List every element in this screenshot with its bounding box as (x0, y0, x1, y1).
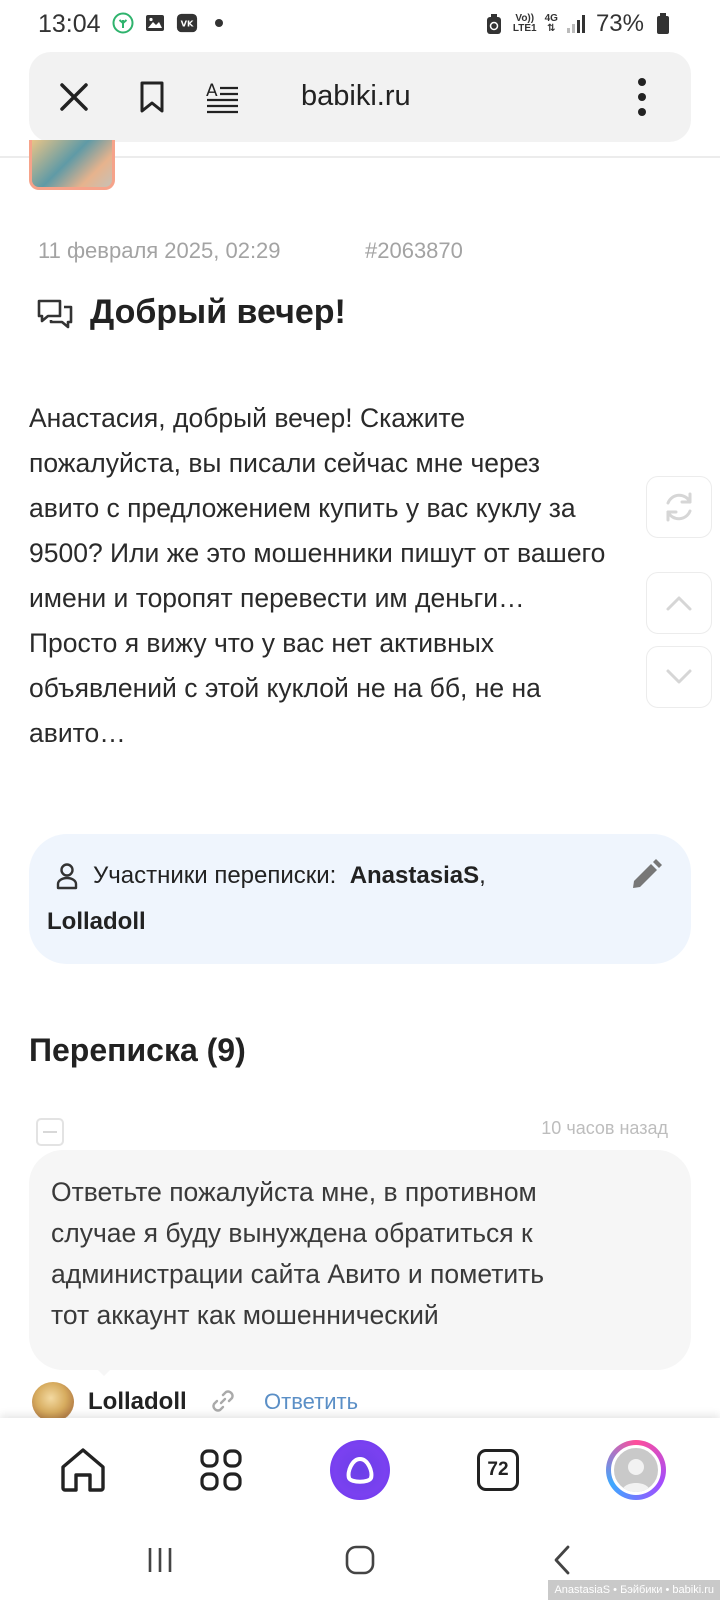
collapse-thread-button[interactable] (36, 1118, 64, 1146)
back-icon[interactable] (542, 1542, 582, 1578)
post-title: Добрый вечер! (90, 293, 346, 331)
message-time: 10 часов назад (541, 1118, 668, 1138)
refresh-icon (666, 492, 692, 522)
post-date: 11 февраля 2025, 02:29 (38, 238, 281, 263)
messages-icon: 72 (477, 1449, 519, 1491)
body-line: Просто я вижу что у вас нет активных (29, 628, 495, 658)
body-line: объявлений с этой куклой не на бб, не на (29, 673, 541, 703)
dot-icon (208, 12, 230, 34)
body-line: Анастасия, добрый вечер! Скажите (29, 403, 466, 433)
body-line: пожалуйста, вы писали сейчас мне через (29, 448, 541, 478)
user-icon (55, 862, 79, 890)
body-line: имени и торопят перевести им деньги… (29, 583, 525, 613)
svg-text:VK: VK (181, 19, 194, 29)
post-id[interactable]: #2063870 (365, 238, 463, 264)
link-icon[interactable] (210, 1388, 236, 1414)
message-line: тот аккаунт как мошеннический (51, 1300, 439, 1330)
grid-icon[interactable] (189, 1438, 253, 1502)
message-author[interactable]: Lolladoll (88, 1388, 187, 1416)
bookmark-icon[interactable] (129, 74, 175, 120)
watermark: AnastasiaS • Бэйбики • babiki.ru (548, 1580, 720, 1600)
signal-icon (566, 13, 588, 35)
volte-bottom: LTE1 (512, 23, 537, 34)
gallery-icon (144, 12, 166, 34)
svg-text:A: A (206, 81, 218, 101)
chevron-down-icon (666, 669, 692, 684)
participant-link[interactable]: AnastasiaS (350, 862, 479, 889)
thread-title: Переписка (9) (29, 1032, 246, 1068)
status-time: 13:04 (38, 10, 101, 38)
profile-button[interactable] (604, 1438, 668, 1502)
participants-line: Участники переписки: AnastasiaS, (93, 862, 486, 890)
close-icon[interactable] (51, 74, 97, 120)
message-line: Ответьте пожалуйста мне, в противном (51, 1177, 537, 1207)
battery-icon (652, 13, 674, 35)
body-line: авито с предложением купить у вас куклу … (29, 493, 576, 523)
message-text: Ответьте пожалуйста мне, в противном слу… (51, 1172, 671, 1336)
battery-percent: 73% (595, 10, 644, 37)
recent-apps-icon[interactable] (140, 1542, 180, 1578)
message-line: случае я буду вынуждена обратиться к (51, 1218, 533, 1248)
recycle-icon (483, 13, 505, 35)
message-line: администрации сайта Авито и пометить (51, 1259, 545, 1289)
message-bubble: Ответьте пожалуйста мне, в противном слу… (29, 1150, 691, 1370)
post-body: Анастасия, добрый вечер! Скажите пожалуй… (29, 396, 689, 756)
browser-toolbar: A babiki.ru (29, 52, 691, 142)
system-nav: AnastasiaS • Бэйбики • babiki.ru (0, 1520, 720, 1600)
home-icon[interactable] (51, 1438, 115, 1502)
participants-card: Участники переписки: AnastasiaS, Lollado… (29, 834, 691, 964)
reply-link[interactable]: Ответить (264, 1389, 358, 1415)
volte-indicator: Vo)) LTE1 (513, 14, 537, 34)
participants-label: Участники переписки: (93, 862, 337, 889)
scroll-down-button[interactable] (646, 646, 712, 708)
status-bar: 13:04 VK Vo)) LTE1 4G ⇅ 73% (0, 0, 720, 50)
reader-mode-icon[interactable]: A (199, 74, 245, 120)
data-arrows-icon: ⇅ (547, 23, 556, 34)
url-bar[interactable]: babiki.ru (301, 80, 411, 113)
alice-icon (330, 1440, 390, 1500)
refresh-button[interactable] (646, 476, 712, 538)
post-author-avatar[interactable] (29, 140, 115, 190)
bubble-tail (94, 1366, 114, 1376)
scroll-up-button[interactable] (646, 572, 712, 634)
participant-link[interactable]: Lolladoll (47, 908, 146, 936)
profile-icon (606, 1440, 666, 1500)
alice-button[interactable] (328, 1438, 392, 1502)
body-line: авито… (29, 718, 126, 748)
chevron-up-icon (666, 596, 692, 611)
body-line: 9500? Или же это мошенники пишут от ваше… (29, 538, 606, 568)
chat-icon (36, 296, 74, 334)
vk-icon: VK (176, 12, 198, 34)
message-author-avatar[interactable] (32, 1382, 74, 1422)
notification-icons: VK (112, 12, 230, 34)
eco-icon (112, 12, 134, 34)
bottom-nav: 72 (0, 1418, 720, 1520)
participant-separator: , (479, 862, 486, 889)
home-button-icon[interactable] (340, 1542, 380, 1578)
edit-icon[interactable] (629, 858, 663, 892)
more-vertical-icon[interactable] (619, 74, 665, 120)
network-indicator: 4G ⇅ (545, 14, 558, 34)
status-right: Vo)) LTE1 4G ⇅ 73% (483, 10, 674, 38)
messages-button[interactable]: 72 (466, 1438, 530, 1502)
